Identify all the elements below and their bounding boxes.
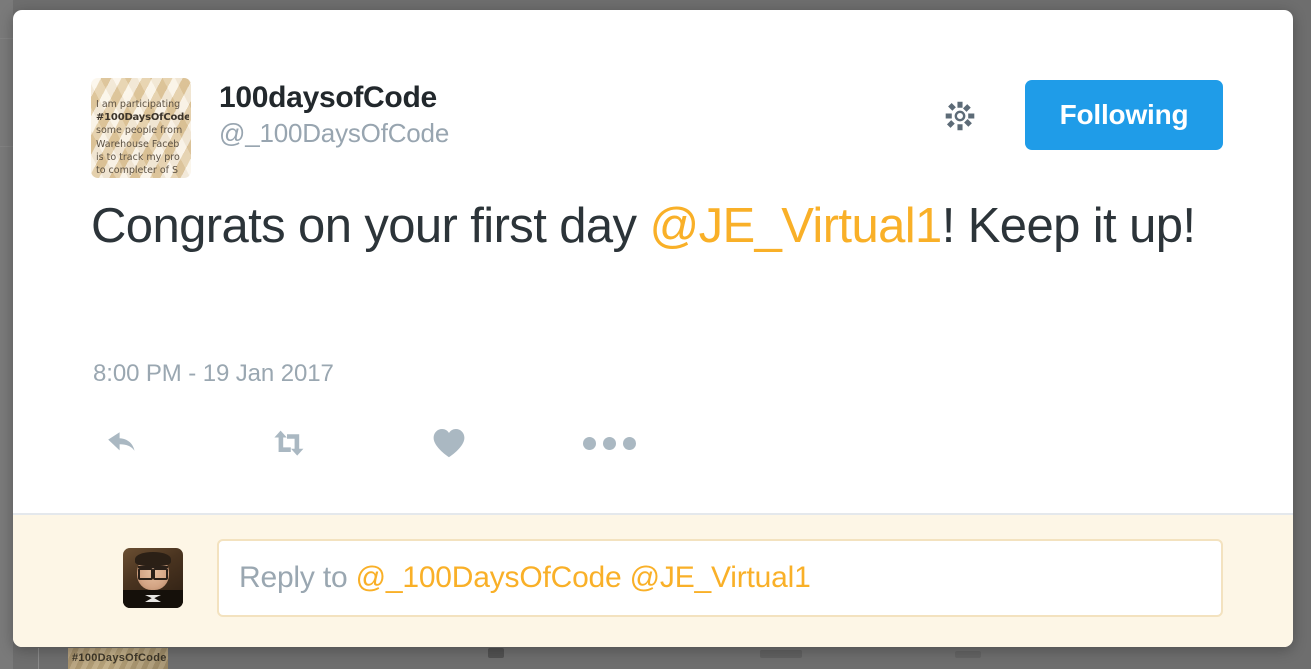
tweet-mention-link[interactable]: @JE_Virtual1 <box>649 199 942 253</box>
avatar-line-4: Warehouse Faceb <box>96 138 180 150</box>
reply-placeholder: Reply to @_100DaysOfCode @JE_Virtual1 <box>239 561 811 595</box>
tweet-text-before: Congrats on your first day <box>91 199 650 253</box>
tweet-action-bar <box>93 415 653 473</box>
author-avatar[interactable]: I am participating #100DaysOfCode some p… <box>91 78 191 178</box>
more-dot-3 <box>622 436 636 450</box>
tweet-text: Congrats on your first day @JE_Virtual1!… <box>91 195 1218 257</box>
reply-user-avatar[interactable] <box>123 548 183 608</box>
backdrop-left-strip <box>0 0 13 669</box>
backdrop-blob-a <box>488 648 504 658</box>
backdrop-thumbnail: #100DaysOfCode <box>68 648 168 669</box>
avatar-hair <box>135 552 171 566</box>
tweet-text-after: ! Keep it up! <box>941 199 1196 253</box>
reply-placeholder-mentions: @_100DaysOfCode @JE_Virtual1 <box>355 561 811 594</box>
backdrop-thumbnail-label: #100DaysOfCode <box>72 652 167 664</box>
tweet-timestamp[interactable]: 8:00 PM - 19 Jan 2017 <box>93 360 334 388</box>
reply-composer: Reply to @_100DaysOfCode @JE_Virtual1 <box>13 513 1293 647</box>
avatar-line-2: #100DaysOfCode <box>96 112 189 124</box>
avatar-glasses <box>138 566 168 580</box>
like-icon[interactable] <box>418 415 480 471</box>
more-dot-2 <box>602 436 616 450</box>
backdrop-line-1 <box>0 38 13 39</box>
tweet-detail-modal: I am participating #100DaysOfCode some p… <box>13 10 1293 647</box>
author-names: 100daysofCode @_100DaysOfCode <box>219 80 449 150</box>
avatar-line-6: to completer of S <box>96 165 179 177</box>
author-display-name[interactable]: 100daysofCode <box>219 80 449 116</box>
backdrop-line-2 <box>0 146 13 147</box>
backdrop-blob-b <box>760 650 802 658</box>
retweet-icon[interactable] <box>258 415 320 471</box>
following-button[interactable]: Following <box>1025 80 1223 150</box>
gear-icon[interactable] <box>940 96 980 136</box>
avatar-line-5: is to track my pro <box>96 151 180 163</box>
author-avatar-text: I am participating #100DaysOfCode some p… <box>96 98 189 177</box>
more-dots <box>582 436 636 450</box>
backdrop-blob-c <box>955 651 981 658</box>
more-icon[interactable] <box>578 415 640 471</box>
tweet-body: I am participating #100DaysOfCode some p… <box>13 10 1293 513</box>
reply-input[interactable]: Reply to @_100DaysOfCode @JE_Virtual1 <box>217 539 1223 617</box>
reply-icon[interactable] <box>93 415 155 471</box>
avatar-line-3: some people from <box>96 125 183 137</box>
author-screen-name[interactable]: @_100DaysOfCode <box>219 116 449 150</box>
avatar-line-1: I am participating <box>96 99 181 110</box>
more-dot-1 <box>582 436 596 450</box>
reply-placeholder-prefix: Reply to <box>239 561 356 594</box>
backdrop-divider-v <box>38 648 39 669</box>
tweet-header: I am participating #100DaysOfCode some p… <box>91 68 1223 178</box>
